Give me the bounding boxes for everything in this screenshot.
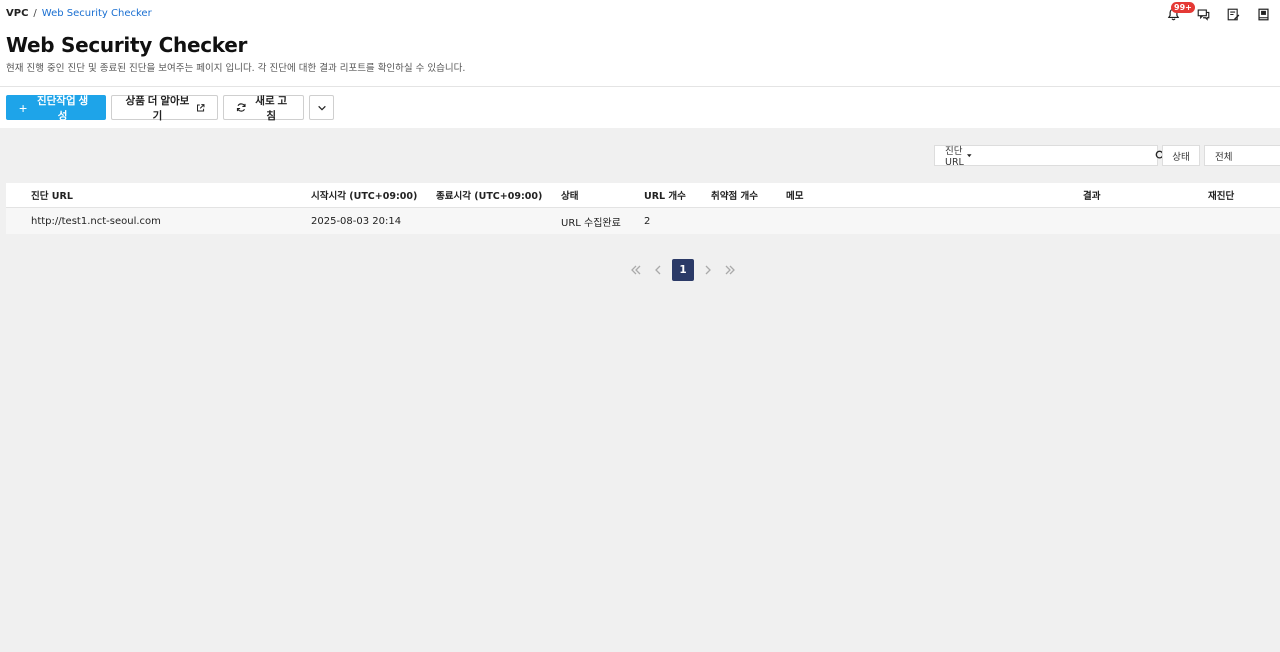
breadcrumb-separator: /	[33, 8, 37, 19]
search-field-select[interactable]: 진단 URL	[935, 143, 978, 168]
chevron-right-icon	[705, 265, 711, 275]
diagnosis-table: 진단 URL 시작시각 (UTC+09:00) 종료시각 (UTC+09:00)…	[6, 183, 1280, 234]
first-page-button[interactable]	[628, 259, 644, 281]
url-search-group: 진단 URL	[934, 143, 1166, 168]
refresh-button[interactable]: 새로 고침	[223, 94, 304, 122]
page-header: VPC / Web Security Checker 99+ Web Secur…	[0, 0, 1280, 128]
table-row[interactable]: http://test1.nct-seoul.com 2025-08-03 20…	[6, 208, 1280, 234]
refresh-label: 새로 고침	[255, 94, 288, 122]
refresh-icon	[236, 103, 246, 112]
col-start: 시작시각 (UTC+09:00)	[311, 191, 418, 202]
col-memo: 메모	[786, 191, 804, 202]
cell-state: URL 수집완료	[561, 217, 621, 229]
col-url: 진단 URL	[31, 191, 73, 202]
caret-down-icon	[967, 153, 972, 157]
next-page-button[interactable]	[700, 259, 716, 281]
guide-button[interactable]	[1254, 5, 1272, 23]
breadcrumb: VPC / Web Security Checker	[6, 8, 152, 19]
state-filter-select[interactable]: 전체	[1204, 145, 1280, 166]
col-vuln-count: 취약점 개수	[711, 191, 759, 202]
search-input[interactable]	[977, 146, 1155, 165]
create-task-label: 진단작업 생성	[36, 94, 89, 122]
memo-button[interactable]	[1224, 5, 1242, 23]
breadcrumb-current[interactable]: Web Security Checker	[42, 8, 152, 19]
create-task-button[interactable]: + 진단작업 생성	[6, 94, 106, 122]
header-actions: 99+	[1164, 2, 1272, 23]
col-state: 상태	[561, 191, 579, 202]
external-link-icon	[196, 103, 205, 112]
col-result: 결과	[1083, 191, 1101, 202]
search-field-value: 진단 URL	[945, 146, 964, 168]
cell-url: http://test1.nct-seoul.com	[31, 215, 161, 227]
table-header: 진단 URL 시작시각 (UTC+09:00) 종료시각 (UTC+09:00)…	[6, 183, 1280, 208]
page-number-current[interactable]: 1	[672, 259, 694, 281]
chat-icon	[1197, 8, 1209, 21]
col-url-count: URL 개수	[644, 191, 686, 202]
learn-more-button[interactable]: 상품 더 알아보기	[111, 94, 218, 122]
filter-bar: 진단 URL 상태 전체	[934, 143, 1280, 168]
notification-button[interactable]: 99+	[1164, 2, 1195, 23]
notification-badge: 99+	[1171, 2, 1195, 13]
double-chevron-left-icon	[631, 265, 641, 275]
page-title: Web Security Checker	[6, 33, 248, 57]
chevron-left-icon	[655, 265, 661, 275]
chat-button[interactable]	[1194, 5, 1212, 23]
last-page-button[interactable]	[722, 259, 738, 281]
pagination: 1	[628, 259, 738, 281]
double-chevron-right-icon	[725, 265, 735, 275]
col-end: 종료시각 (UTC+09:00)	[436, 191, 543, 202]
col-rescan: 재진단	[1208, 191, 1235, 202]
toolbar: + 진단작업 생성 상품 더 알아보기 새로 고침	[6, 94, 334, 122]
more-actions-dropdown[interactable]	[309, 95, 334, 120]
chevron-down-icon	[317, 105, 326, 111]
book-icon	[1257, 8, 1269, 20]
breadcrumb-root[interactable]: VPC	[6, 8, 28, 19]
cell-url-count: 2	[644, 215, 651, 227]
edit-note-icon	[1227, 8, 1239, 20]
cell-start: 2025-08-03 20:14	[311, 215, 402, 227]
header-divider	[0, 86, 1280, 87]
prev-page-button[interactable]	[650, 259, 666, 281]
plus-icon: +	[19, 99, 28, 116]
page-subtitle: 현재 진행 중인 진단 및 종료된 진단을 보여주는 페이지 입니다. 각 진단…	[6, 63, 466, 74]
learn-more-label: 상품 더 알아보기	[125, 94, 190, 122]
state-filter-label: 상태	[1162, 145, 1200, 166]
